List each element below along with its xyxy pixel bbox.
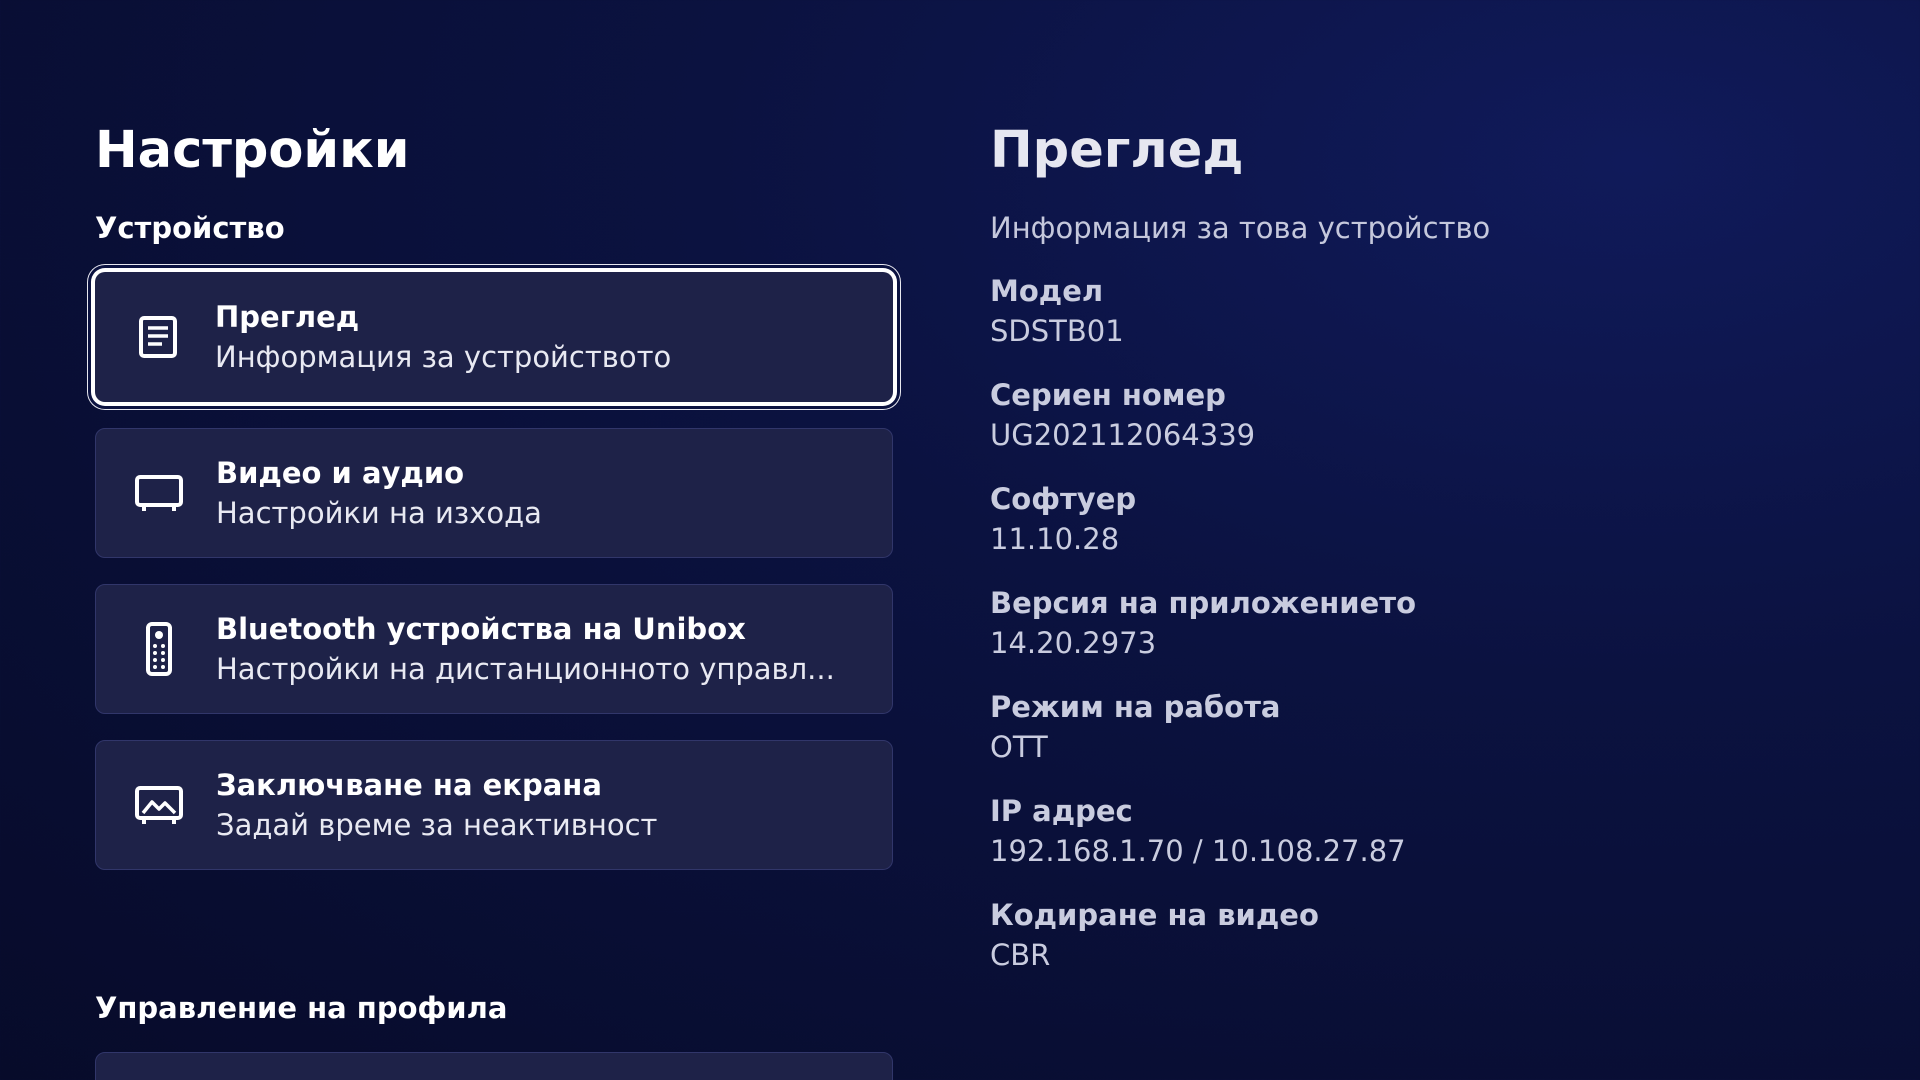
- tv-icon: [132, 466, 186, 520]
- device-info-list: Модел SDSTB01 Сериен номер UG20211206433…: [990, 271, 1416, 999]
- section-heading-profile: Управление на профила: [95, 991, 508, 1025]
- info-label: IP адрес: [990, 794, 1133, 828]
- info-value: OTT: [990, 730, 1048, 764]
- page-title: Настройки: [95, 121, 410, 180]
- info-value: 192.168.1.70 / 10.108.27.87: [990, 834, 1406, 868]
- info-value: 14.20.2973: [990, 626, 1157, 660]
- info-value: UG202112064339: [990, 418, 1256, 452]
- detail-subtitle: Информация за това устройство: [990, 211, 1491, 245]
- info-label: Модел: [990, 274, 1104, 308]
- remote-icon: [132, 622, 186, 676]
- menu-item-title: Преглед: [215, 300, 360, 334]
- info-value: CBR: [990, 938, 1051, 972]
- menu-item-video-audio[interactable]: Видео и аудио Настройки на изхода: [95, 428, 893, 558]
- menu-item-subtitle: Настройки на дистанционното управл...: [216, 652, 835, 686]
- menu-item-screen-lock[interactable]: Заключване на екрана Задай време за неак…: [95, 740, 893, 870]
- info-row-ip-address: IP адрес 192.168.1.70 / 10.108.27.87: [990, 791, 1416, 895]
- info-value: SDSTB01: [990, 314, 1124, 348]
- document-icon: [131, 310, 185, 364]
- detail-title: Преглед: [990, 121, 1244, 180]
- info-value: 11.10.28: [990, 522, 1120, 556]
- menu-item-subtitle: Информация за устройството: [215, 340, 672, 374]
- screen-image-icon: [132, 778, 186, 832]
- menu-item-title: Видео и аудио: [216, 456, 465, 490]
- info-label: Режим на работа: [990, 690, 1281, 724]
- menu-item-bluetooth[interactable]: Bluetooth устройства на Unibox Настройки…: [95, 584, 893, 714]
- info-row-serial: Сериен номер UG202112064339: [990, 375, 1416, 479]
- info-row-model: Модел SDSTB01: [990, 271, 1416, 375]
- info-row-mode: Режим на работа OTT: [990, 687, 1416, 791]
- info-label: Сериен номер: [990, 378, 1226, 412]
- info-label: Кодиране на видео: [990, 898, 1319, 932]
- info-row-software: Софтуер 11.10.28: [990, 479, 1416, 583]
- menu-item-profile-partial[interactable]: [95, 1052, 893, 1080]
- info-row-video-encoding: Кодиране на видео CBR: [990, 895, 1416, 999]
- detail-panel: Преглед Информация за това устройство Мо…: [990, 0, 1870, 1080]
- settings-menu-panel: Настройки Устройство Преглед Информация …: [95, 0, 893, 1080]
- section-heading-device: Устройство: [95, 211, 285, 245]
- menu-item-title: Заключване на екрана: [216, 768, 602, 802]
- menu-item-subtitle: Задай време за неактивност: [216, 808, 658, 842]
- menu-item-overview[interactable]: Преглед Информация за устройството: [95, 272, 893, 402]
- menu-item-subtitle: Настройки на изхода: [216, 496, 542, 530]
- info-row-app-version: Версия на приложението 14.20.2973: [990, 583, 1416, 687]
- info-label: Софтуер: [990, 482, 1137, 516]
- menu-item-title: Bluetooth устройства на Unibox: [216, 612, 746, 646]
- info-label: Версия на приложението: [990, 586, 1417, 620]
